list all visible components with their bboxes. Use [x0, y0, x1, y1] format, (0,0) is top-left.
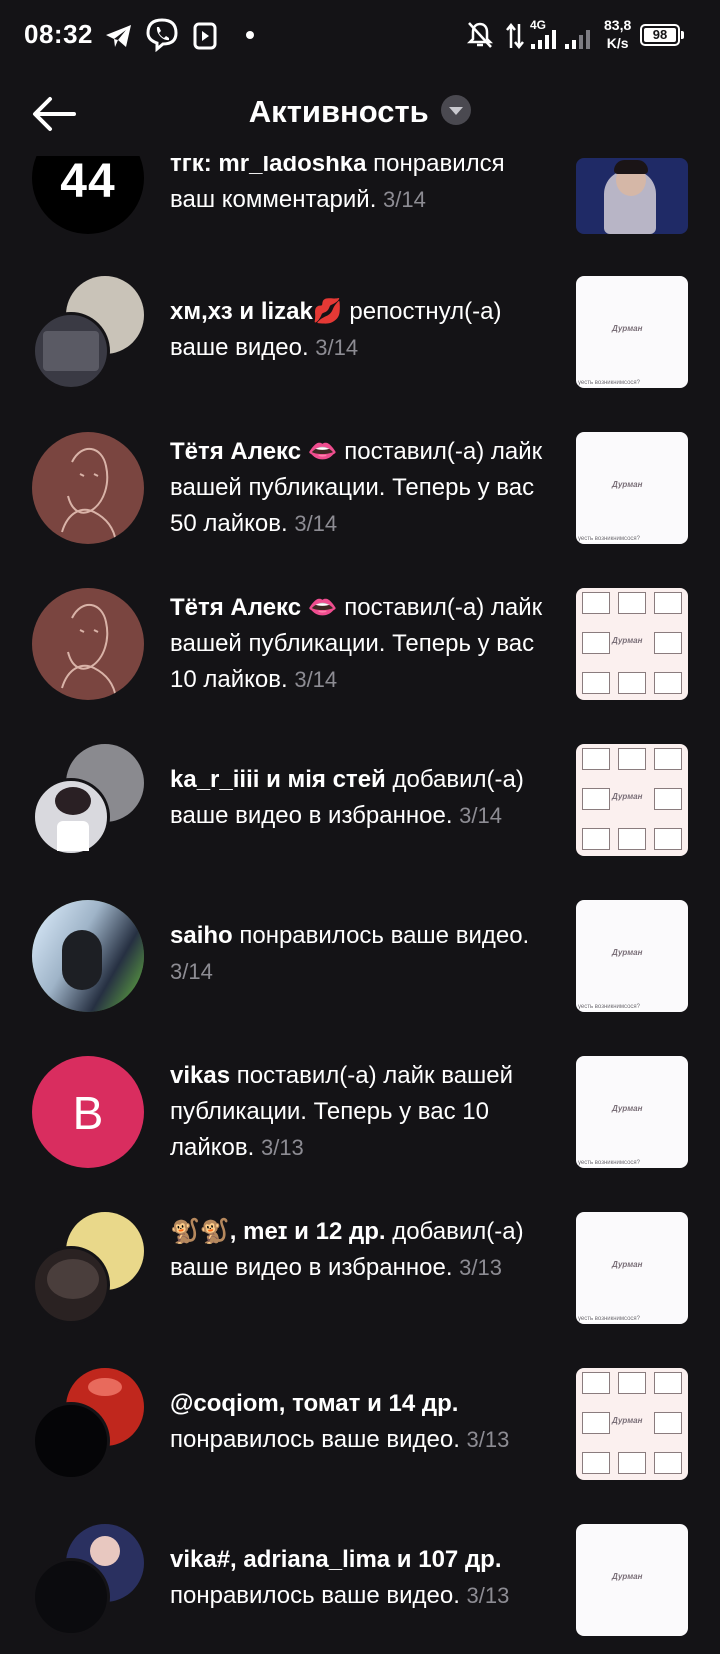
mute-icon — [466, 22, 494, 48]
avatar[interactable] — [32, 1558, 110, 1636]
battery-icon: 98 — [640, 24, 684, 46]
list-item[interactable]: Тётя Алекс 👄 поставил(-а) лайк вашей пуб… — [0, 432, 720, 562]
list-item[interactable]: ka_r_iiii и мія стей добавил(-а) ваше ви… — [0, 744, 720, 874]
avatar[interactable] — [32, 900, 144, 1012]
notification-text: vika#, adriana_lima и 107 др. понравилос… — [170, 1546, 510, 1609]
video-thumbnail[interactable]: Дурман уесть возникнимсося? — [576, 432, 688, 544]
notification-text: тгк: mr_ladoshka понравился ваш коммента… — [170, 150, 505, 213]
video-thumbnail[interactable]: Дурман уесть возникнимсося? — [576, 276, 688, 388]
video-thumbnail[interactable]: Дурман — [576, 588, 688, 700]
notification-text: @coqiom, томат и 14 др. понравилось ваше… — [170, 1390, 510, 1453]
network-speed: 83,8 K/s — [604, 17, 632, 51]
video-thumbnail[interactable]: Дурман уесть возникнимсося? — [576, 1056, 688, 1168]
video-thumbnail[interactable] — [576, 158, 688, 234]
avatar[interactable] — [32, 588, 144, 700]
notification-text: Тётя Алекс 👄 поставил(-а) лайк вашей пуб… — [170, 594, 543, 693]
list-item[interactable]: Тётя Алекс 👄 поставил(-а) лайк вашей пуб… — [0, 588, 720, 718]
header: Активность — [0, 72, 720, 156]
status-bar: 08:32 4G 83,8 K/s 98 — [0, 0, 720, 72]
battery-level: 98 — [644, 28, 676, 42]
avatar[interactable] — [32, 778, 110, 856]
list-item[interactable]: 44 тгк: mr_ladoshka понравился ваш комме… — [0, 122, 720, 276]
list-item[interactable]: @coqiom, томат и 14 др. понравилось ваше… — [0, 1368, 720, 1498]
list-item[interactable]: 🐒🐒, meɪ и 12 др. добавил(-а) ваше видео … — [0, 1212, 720, 1342]
avatar[interactable] — [32, 1246, 110, 1324]
signal-icon — [531, 30, 556, 49]
status-time: 08:32 — [24, 19, 93, 49]
dot-icon — [246, 31, 254, 39]
media-icon — [193, 22, 217, 50]
notification-text: vikas поставил(-а) лайк вашей публикации… — [170, 1062, 514, 1161]
notification-text: ka_r_iiii и мія стей добавил(-а) ваше ви… — [170, 766, 524, 829]
notification-text: Тётя Алекс 👄 поставил(-а) лайк вашей пуб… — [170, 438, 543, 537]
list-item[interactable]: B vikas поставил(-а) лайк вашей публикац… — [0, 1056, 720, 1186]
title-dropdown[interactable]: Активность — [0, 94, 720, 130]
list-item[interactable]: хм,хз и lizak💋 репостнул(-а) ваше видео.… — [0, 276, 720, 406]
viber-icon — [146, 18, 178, 52]
video-thumbnail[interactable]: Дурман уесть возникнимсося? — [576, 900, 688, 1012]
signal-icon-2 — [565, 30, 590, 49]
data-arrows-icon — [506, 22, 524, 50]
page-title[interactable]: Активность — [249, 94, 429, 129]
telegram-icon — [106, 25, 131, 47]
video-thumbnail[interactable]: Дурман — [576, 1524, 688, 1636]
video-thumbnail[interactable]: Дурман — [576, 1368, 688, 1480]
sketch-avatar-image — [61, 448, 117, 543]
notification-text: saiho понравилось ваше видео. 3/14 — [170, 922, 530, 984]
list-item[interactable]: vika#, adriana_lima и 107 др. понравилос… — [0, 1524, 720, 1654]
caret-down-icon[interactable] — [441, 95, 472, 125]
avatar[interactable]: B — [32, 1056, 144, 1168]
notification-text: хм,хз и lizak💋 репостнул(-а) ваше видео.… — [170, 298, 502, 361]
avatar[interactable] — [32, 312, 110, 390]
video-thumbnail[interactable]: Дурман уесть возникнимсося? — [576, 1212, 688, 1324]
list-item[interactable]: saiho понравилось ваше видео. 3/14 Дурма… — [0, 900, 720, 1030]
sketch-avatar-image — [61, 604, 117, 699]
avatar[interactable] — [32, 432, 144, 544]
video-thumbnail[interactable]: Дурман — [576, 744, 688, 856]
notification-text: 🐒🐒, meɪ и 12 др. добавил(-а) ваше видео … — [170, 1218, 524, 1281]
avatar[interactable] — [32, 1402, 110, 1480]
